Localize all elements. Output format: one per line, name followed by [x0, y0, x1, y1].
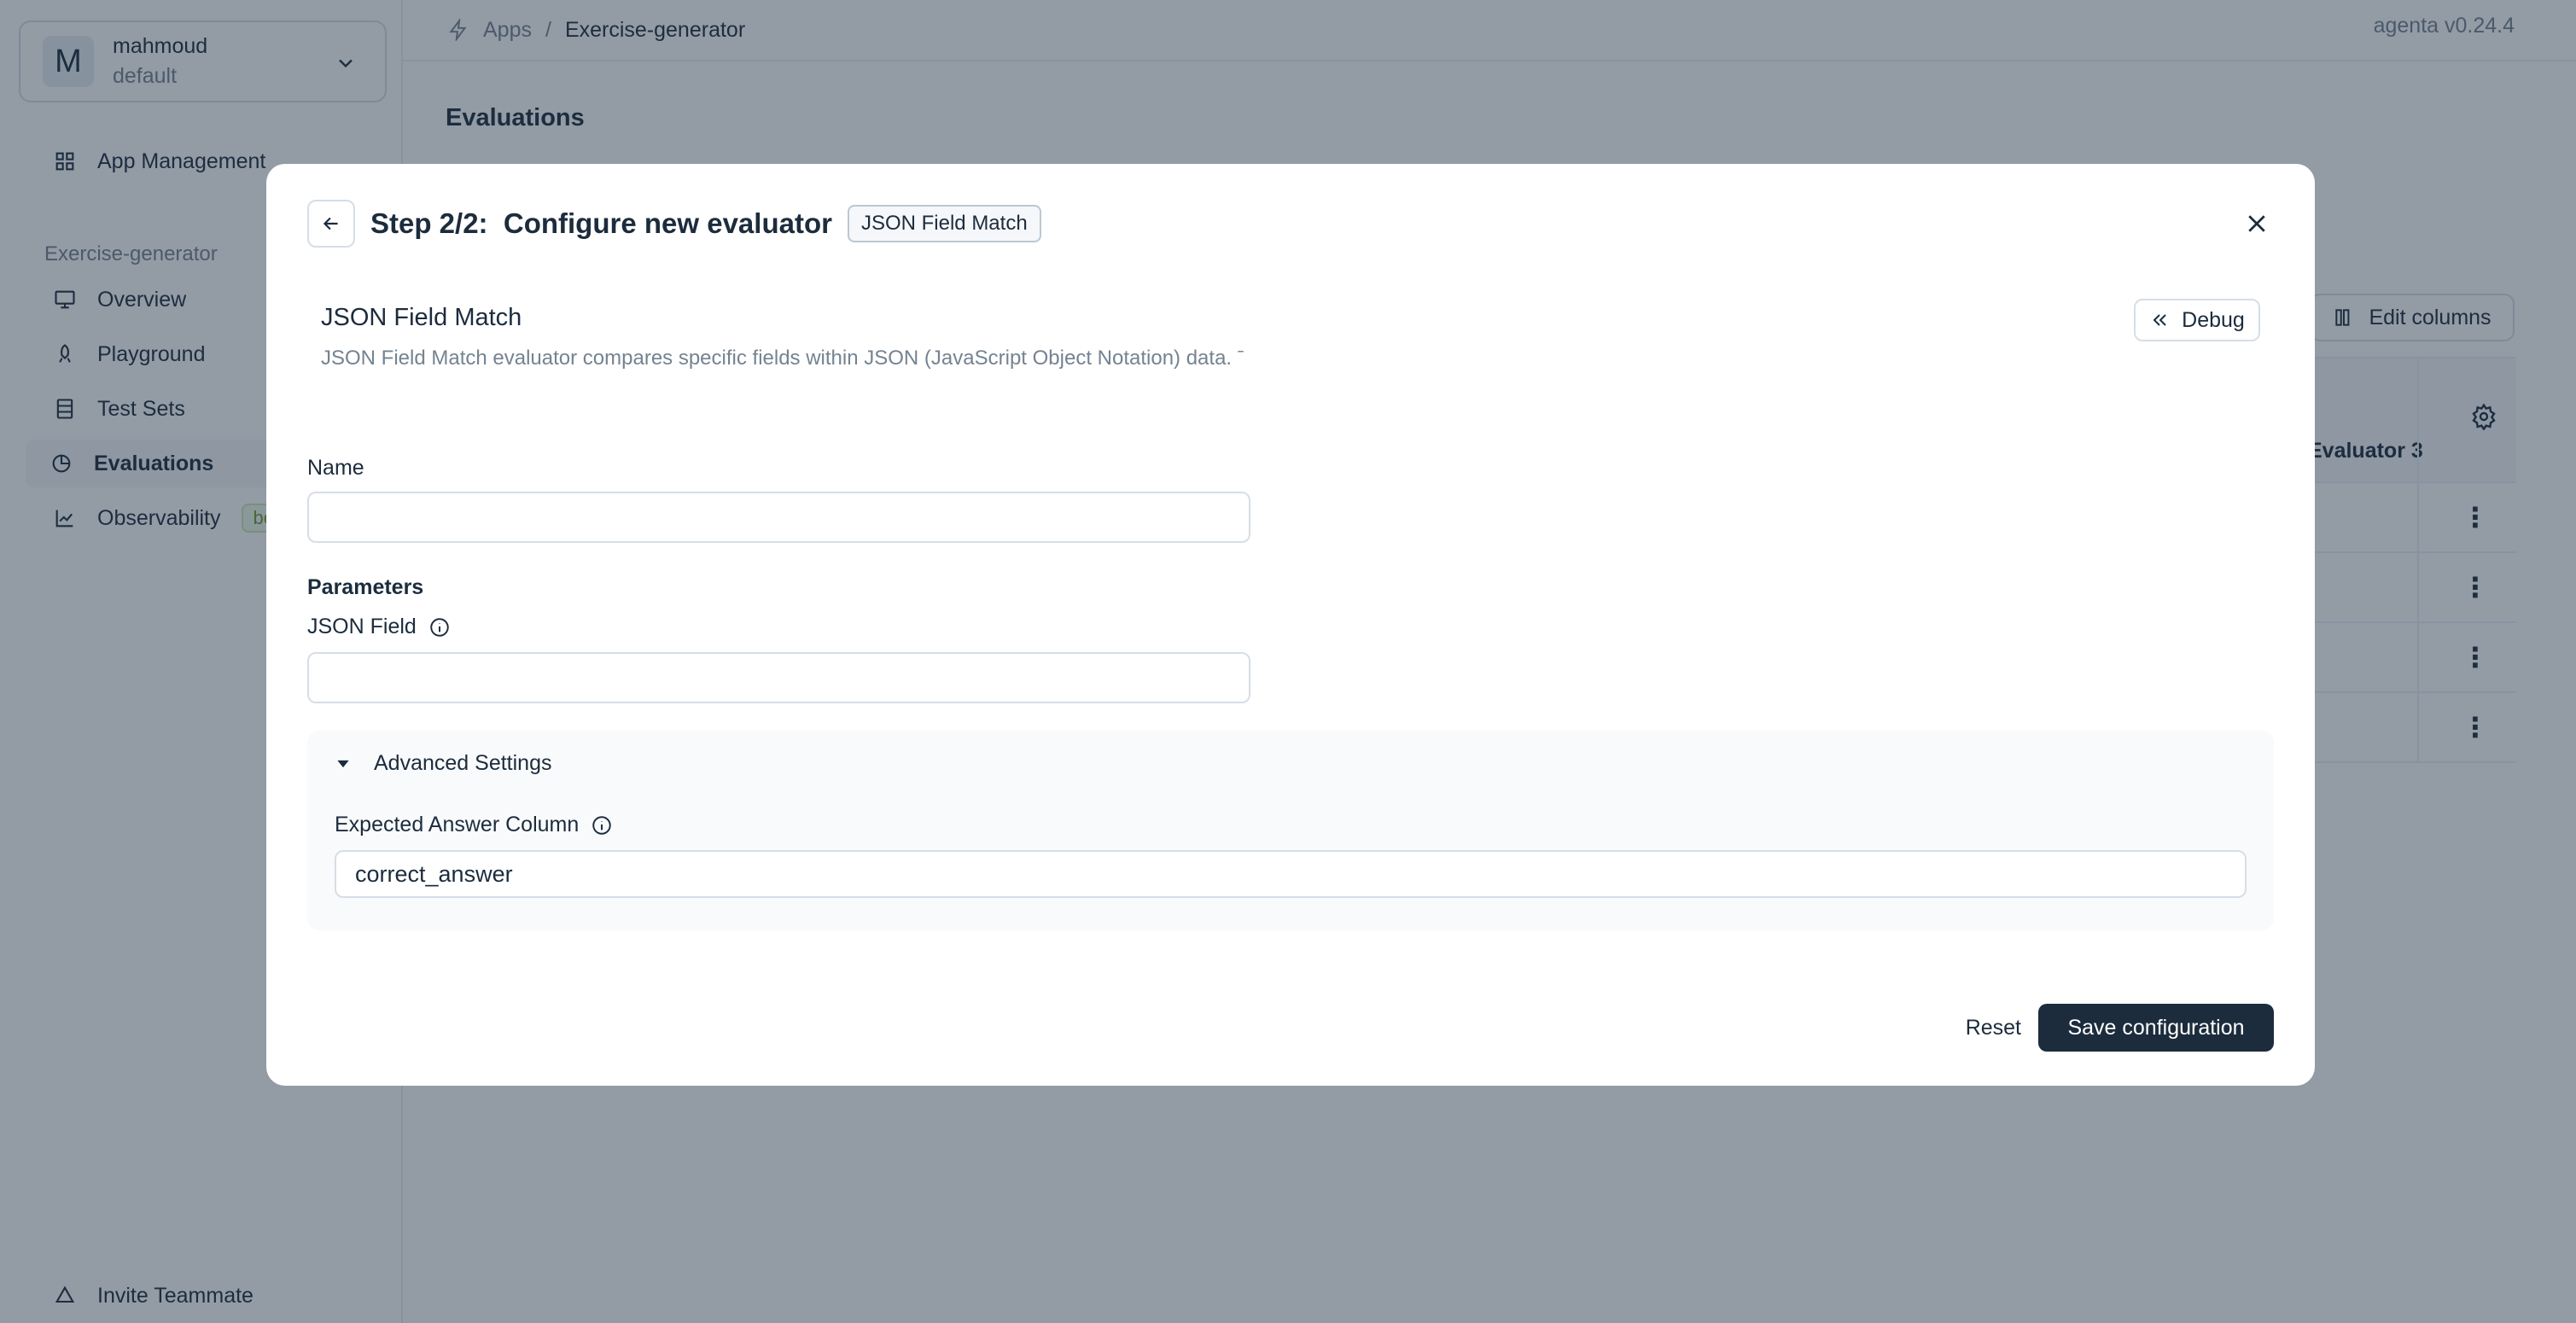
- back-button[interactable]: [307, 200, 355, 248]
- evaluator-tag: JSON Field Match: [847, 205, 1041, 242]
- name-label: Name: [307, 456, 364, 481]
- name-input[interactable]: [307, 492, 1250, 543]
- chevrons-left-icon: [2153, 314, 2166, 326]
- caret-down-icon: [337, 760, 349, 767]
- debug-button[interactable]: Debug: [2134, 299, 2260, 341]
- expected-column-label-text: Expected Answer Column: [335, 813, 580, 836]
- info-icon[interactable]: [591, 814, 613, 836]
- json-field-label-text: JSON Field: [307, 615, 417, 638]
- info-icon[interactable]: [428, 616, 451, 638]
- name-label-text: Name: [307, 456, 364, 480]
- expected-column-label: Expected Answer Column: [335, 813, 613, 837]
- evaluator-description: JSON Field Match evaluator compares spec…: [321, 347, 1244, 370]
- json-field-label: JSON Field: [307, 615, 451, 639]
- modal-title: Step 2/2: Configure new evaluator: [370, 207, 832, 239]
- json-field-input[interactable]: [307, 652, 1250, 703]
- expected-column-input[interactable]: [335, 850, 2247, 898]
- parameters-label-text: Parameters: [307, 575, 424, 599]
- save-configuration-button[interactable]: Save configuration: [2038, 1004, 2274, 1052]
- parameters-label: Parameters: [307, 575, 423, 600]
- configure-evaluator-modal: Step 2/2: Configure new evaluator JSON F…: [266, 164, 2315, 1086]
- arrow-left-icon: [323, 217, 338, 230]
- advanced-settings-toggle[interactable]: Advanced Settings: [335, 751, 551, 776]
- evaluator-name: JSON Field Match: [321, 304, 522, 331]
- advanced-settings-label: Advanced Settings: [374, 751, 552, 775]
- modal-header: Step 2/2: Configure new evaluator JSON F…: [307, 198, 2274, 249]
- reset-button[interactable]: Reset: [1950, 1004, 2037, 1052]
- advanced-settings-panel: Advanced Settings Expected Answer Column: [307, 731, 2274, 930]
- debug-label: Debug: [2182, 307, 2245, 332]
- close-icon: [2248, 215, 2265, 232]
- close-button[interactable]: [2240, 207, 2274, 241]
